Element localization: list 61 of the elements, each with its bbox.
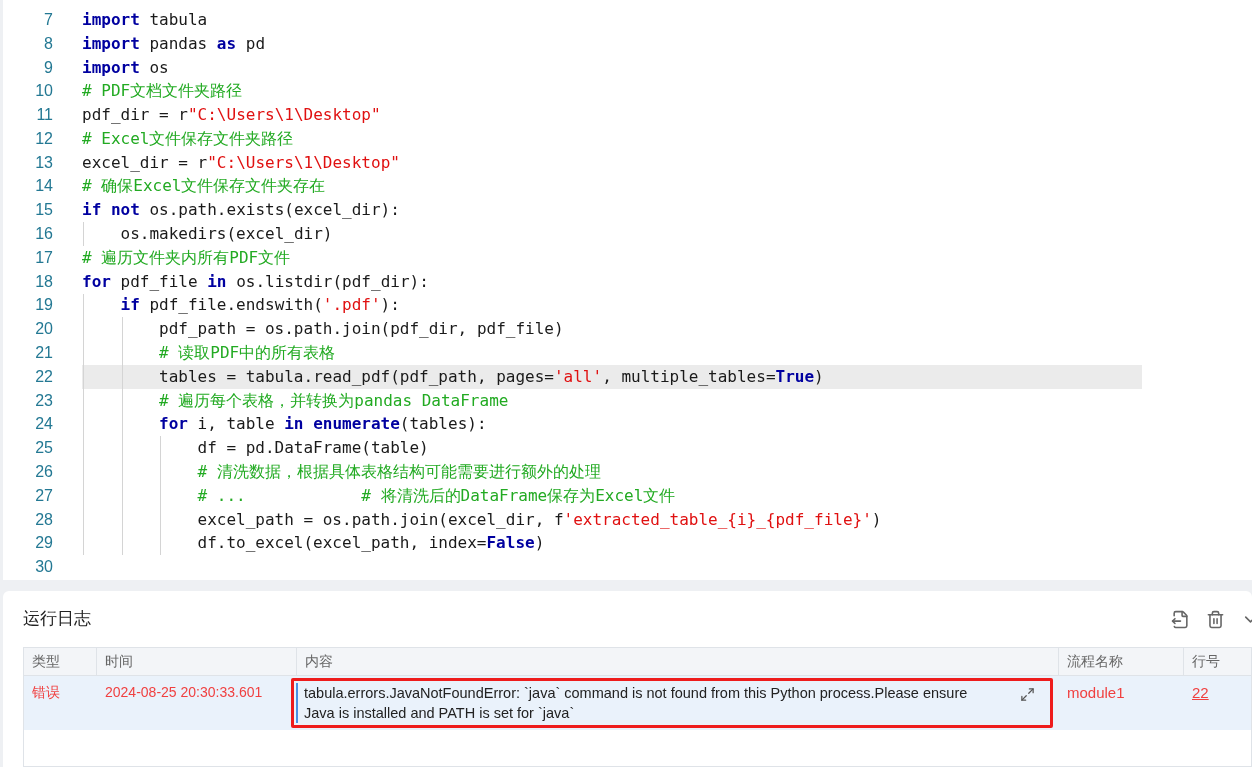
- line-number: 30: [34, 557, 53, 578]
- line-number: 7: [43, 9, 53, 30]
- code-line: excel_dir = r"C:\Users\1\Desktop": [82, 151, 400, 174]
- line-number: 19: [34, 295, 53, 316]
- table-cell: 2024-08-25 20:30:33.601: [105, 684, 263, 700]
- code-line: pdf_dir = r"C:\Users\1\Desktop": [82, 104, 381, 127]
- line-number: 14: [34, 176, 53, 197]
- table-cell: 错误: [32, 684, 60, 700]
- line-number: 28: [34, 509, 53, 530]
- code-line: # 遍历每个表格，并转换为pandas DataFrame: [159, 389, 509, 412]
- column-header: 行号: [1184, 648, 1252, 675]
- expand-icon[interactable]: [1020, 687, 1035, 702]
- line-number: 20: [34, 319, 53, 340]
- export-icon[interactable]: [1171, 609, 1190, 629]
- code-line: if pdf_file.endswith('.pdf'):: [120, 294, 400, 317]
- code-line: import tabula: [82, 8, 208, 31]
- line-number: 18: [34, 271, 53, 292]
- code-line: tables = tabula.read_pdf(pdf_path, pages='all', multiple_tables=True): [159, 365, 824, 388]
- line-number: 26: [34, 462, 53, 483]
- line-number: 9: [43, 57, 53, 78]
- column-header: 流程名称: [1059, 648, 1184, 675]
- code-line: # 遍历文件夹内所有PDF文件: [82, 246, 291, 269]
- line-number: 22: [34, 366, 53, 387]
- code-line: pdf_path = os.path.join(pdf_dir, pdf_file): [159, 318, 564, 341]
- line-number: 8: [43, 33, 53, 54]
- line-number: 23: [34, 390, 53, 411]
- line-number: 13: [34, 152, 53, 173]
- code-line: # PDF文档文件夹路径: [82, 80, 243, 103]
- line-number: 21: [34, 343, 53, 364]
- code-line: # 读取PDF中的所有表格: [159, 342, 336, 365]
- line-number: 24: [34, 414, 53, 435]
- code-line: for pdf_file in os.listdir(pdf_dir):: [82, 270, 429, 293]
- column-header: 类型: [24, 648, 97, 675]
- line-number: 25: [34, 438, 53, 459]
- line-number: 15: [34, 200, 53, 221]
- code-line: df = pd.DataFrame(table): [197, 437, 429, 460]
- code-line: for i, table in enumerate(tables):: [159, 413, 487, 436]
- line-number: 10: [34, 81, 53, 102]
- code-line: # 确保Excel文件保存文件夹存在: [82, 175, 326, 198]
- code-line: import os: [82, 56, 169, 79]
- code-line: # ... # 将清洗后的DataFrame保存为Excel文件: [197, 484, 676, 507]
- line-number: 16: [34, 224, 53, 245]
- code-line: os.makedirs(excel_dir): [120, 223, 333, 246]
- line-number: 11: [35, 105, 53, 126]
- code-line: # 清洗数据，根据具体表格结构可能需要进行额外的处理: [197, 461, 601, 484]
- line-number: 29: [34, 533, 53, 554]
- code-line: if not os.path.exists(excel_dir):: [82, 199, 400, 222]
- error-message: tabula.errors.JavaNotFoundError: `java` command is not found from this Python process.Please ensure Java is installed and PATH is set for `java`: [303, 684, 969, 723]
- code-line: df.to_excel(excel_path, index=False): [197, 532, 545, 555]
- column-header: 时间: [97, 648, 297, 675]
- panel-title: 运行日志: [23, 608, 91, 631]
- delete-icon[interactable]: [1206, 609, 1225, 629]
- column-header: 内容: [297, 648, 1059, 675]
- code-line: # Excel文件保存文件夹路径: [82, 127, 294, 150]
- line-number: 17: [34, 247, 53, 268]
- table-cell: module1: [1067, 684, 1125, 701]
- code-line: import pandas as pd: [82, 32, 266, 55]
- log-row[interactable]: 错误 2024-08-25 20:30:33.601 tabula.errors.JavaNotFoundError: `java` command is not found from this Python process.Please ensure Java is installed and PATH is set for `java` module1 22: [24, 676, 1251, 730]
- code-line: excel_path = os.path.join(excel_dir, f'extracted_table_{i}_{pdf_file}'): [197, 508, 882, 531]
- line-number: 27: [34, 485, 53, 506]
- line-number: 12: [34, 128, 53, 149]
